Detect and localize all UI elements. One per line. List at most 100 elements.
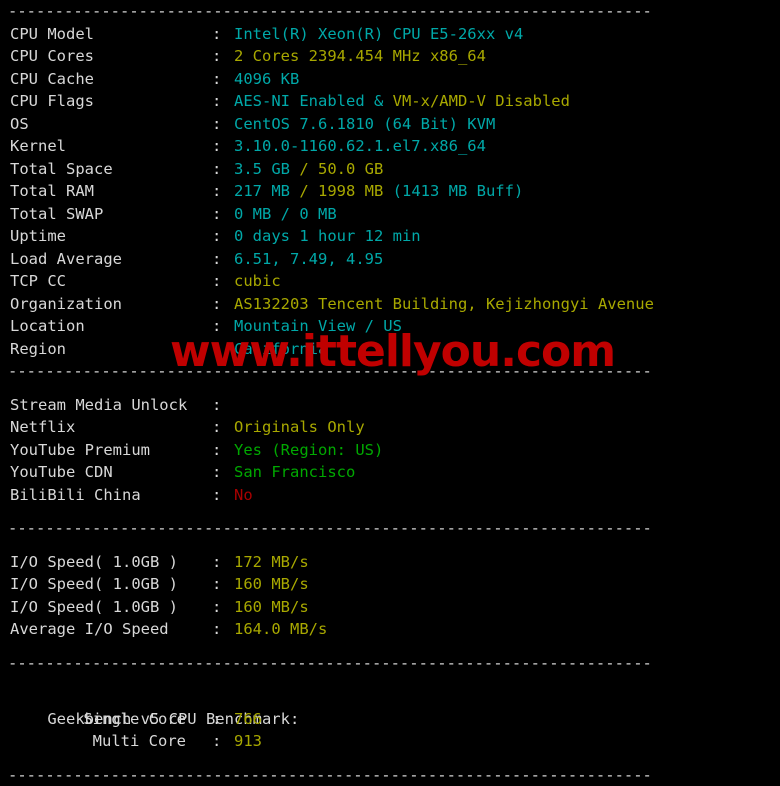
stream-media-row: YouTube Premium:Yes (Region: US) — [0, 439, 780, 462]
io-speed-value: 164.0 MB/s — [234, 618, 327, 641]
stream-media-label: Stream Media Unlock — [0, 394, 212, 417]
system-info-row: CPU Cores:2 Cores 2394.454 MHz x86_64 — [0, 45, 780, 68]
spacer-5 — [0, 674, 780, 685]
system-info-colon: : — [212, 270, 234, 293]
system-info-row: Load Average:6.51, 7.49, 4.95 — [0, 248, 780, 271]
system-info-row: Organization:AS132203 Tencent Building, … — [0, 293, 780, 316]
system-info-colon: : — [212, 158, 234, 181]
system-info-row: Uptime:0 days 1 hour 12 min — [0, 225, 780, 248]
system-info-value: 3.10.0-1160.62.1.el7.x86_64 — [234, 135, 486, 158]
system-info-colon: : — [212, 248, 234, 271]
spacer-1 — [0, 383, 780, 394]
separator-after-system: ----------------------------------------… — [0, 360, 780, 383]
terminal-output: ----------------------------------------… — [0, 0, 780, 705]
system-info-label: Region — [0, 338, 212, 361]
io-speed-label: I/O Speed( 1.0GB ) — [0, 573, 212, 596]
stream-media-value: Originals Only — [234, 416, 365, 439]
system-info-colon: : — [212, 68, 234, 91]
spacer-3 — [0, 540, 780, 551]
system-info-value: 2 Cores 2394.454 MHz x86_64 — [234, 45, 486, 68]
system-info-row: Total Space:3.5 GB / 50.0 GB — [0, 158, 780, 181]
system-info-colon: : — [212, 338, 234, 361]
system-info-label: Total RAM — [0, 180, 212, 203]
io-speed-label: I/O Speed( 1.0GB ) — [0, 551, 212, 574]
io-speed-value: 172 MB/s — [234, 551, 309, 574]
separator-top: ----------------------------------------… — [0, 0, 780, 23]
system-info-row: Location:Mountain View / US — [0, 315, 780, 338]
system-info-colon: : — [212, 315, 234, 338]
io-speed-row: I/O Speed( 1.0GB ):160 MB/s — [0, 573, 780, 596]
system-info-label: CPU Flags — [0, 90, 212, 113]
system-info-value: cubic — [234, 270, 281, 293]
separator-bottom: ----------------------------------------… — [0, 764, 780, 786]
stream-media-value: No — [234, 484, 253, 507]
system-info-value: AES-NI Enabled & — [234, 90, 393, 113]
stream-media-section: Stream Media Unlock:Netflix:Originals On… — [0, 394, 780, 507]
stream-media-colon: : — [212, 394, 234, 417]
system-info-colon: : — [212, 45, 234, 68]
io-speed-label: Average I/O Speed — [0, 618, 212, 641]
io-speed-section: I/O Speed( 1.0GB ):172 MB/sI/O Speed( 1.… — [0, 551, 780, 641]
system-info-label: TCP CC — [0, 270, 212, 293]
system-info-row: CPU Cache:4096 KB — [0, 68, 780, 91]
io-speed-colon: : — [212, 596, 234, 619]
io-speed-label: I/O Speed( 1.0GB ) — [0, 596, 212, 619]
system-info-value: 0 days 1 hour 12 min — [234, 225, 421, 248]
geekbench-value: 766 — [234, 708, 262, 731]
separator-after-stream: ----------------------------------------… — [0, 517, 780, 540]
geekbench-value: 913 — [234, 730, 262, 753]
system-info-value: AS132203 Tencent Building, Kejizhongyi A… — [234, 293, 654, 316]
stream-media-row: YouTube CDN:San Francisco — [0, 461, 780, 484]
system-info-colon: : — [212, 113, 234, 136]
system-info-label: CPU Cache — [0, 68, 212, 91]
system-info-label: Organization — [0, 293, 212, 316]
io-speed-colon: : — [212, 618, 234, 641]
system-info-value: VM-x/AMD-V Disabled — [393, 90, 570, 113]
system-info-value: / 1998 MB — [299, 180, 392, 203]
system-info-value: 4096 KB — [234, 68, 299, 91]
stream-media-value: Yes (Region: US) — [234, 439, 383, 462]
system-info-label: Uptime — [0, 225, 212, 248]
geekbench-label: Single Core — [0, 708, 212, 731]
io-speed-row: I/O Speed( 1.0GB ):160 MB/s — [0, 596, 780, 619]
stream-media-row: Netflix:Originals Only — [0, 416, 780, 439]
system-info-label: CPU Model — [0, 23, 212, 46]
stream-media-row: BiliBili China:No — [0, 484, 780, 507]
system-info-value: California — [234, 338, 327, 361]
system-info-label: OS — [0, 113, 212, 136]
spacer-6 — [0, 753, 780, 764]
system-info-row: Total RAM:217 MB / 1998 MB (1413 MB Buff… — [0, 180, 780, 203]
spacer-2 — [0, 506, 780, 517]
system-info-colon: : — [212, 23, 234, 46]
system-info-label: Total Space — [0, 158, 212, 181]
system-info-label: Location — [0, 315, 212, 338]
stream-media-colon: : — [212, 416, 234, 439]
system-info-label: Load Average — [0, 248, 212, 271]
stream-media-label: YouTube Premium — [0, 439, 212, 462]
geekbench-row: Multi Core:913 — [0, 730, 780, 753]
system-info-row: CPU Model:Intel(R) Xeon(R) CPU E5-26xx v… — [0, 23, 780, 46]
stream-media-row: Stream Media Unlock: — [0, 394, 780, 417]
system-info-row: Total SWAP:0 MB / 0 MB — [0, 203, 780, 226]
geekbench-row: Single Core:766 — [0, 708, 780, 731]
system-info-colon: : — [212, 180, 234, 203]
stream-media-colon: : — [212, 484, 234, 507]
geekbench-colon: : — [212, 708, 234, 731]
stream-media-colon: : — [212, 439, 234, 462]
system-info-value: (1413 MB Buff) — [393, 180, 524, 203]
system-info-row: OS:CentOS 7.6.1810 (64 Bit) KVM — [0, 113, 780, 136]
stream-media-colon: : — [212, 461, 234, 484]
separator-after-io: ----------------------------------------… — [0, 652, 780, 675]
stream-media-label: BiliBili China — [0, 484, 212, 507]
geekbench-section: Single Core:766Multi Core:913 — [0, 708, 780, 753]
system-info-colon: : — [212, 203, 234, 226]
io-speed-value: 160 MB/s — [234, 596, 309, 619]
spacer-4 — [0, 641, 780, 652]
system-info-label: Total SWAP — [0, 203, 212, 226]
io-speed-value: 160 MB/s — [234, 573, 309, 596]
system-info-value: / 50.0 GB — [299, 158, 383, 181]
system-info-colon: : — [212, 135, 234, 158]
system-info-value: 3.5 GB — [234, 158, 299, 181]
stream-media-label: Netflix — [0, 416, 212, 439]
system-info-colon: : — [212, 90, 234, 113]
